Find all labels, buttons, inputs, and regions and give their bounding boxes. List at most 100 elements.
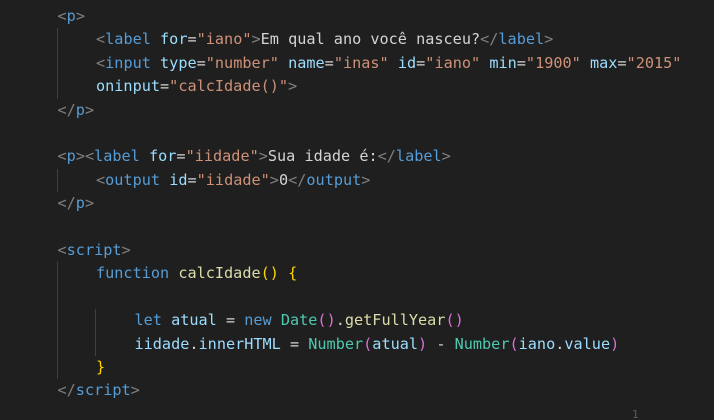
code-token: input <box>105 53 151 72</box>
code-token: </ <box>377 147 396 166</box>
code-token: p <box>75 100 85 119</box>
code-token: let <box>134 311 162 330</box>
code-token: Sua idade é: <box>267 147 378 166</box>
code-token: label <box>395 147 442 166</box>
code-line: <p> <box>58 5 714 28</box>
code-token: > <box>441 147 451 166</box>
code-token: </ <box>57 100 76 119</box>
code-token: "iidade" <box>185 147 259 166</box>
code-token: >< <box>75 147 95 166</box>
code-token: output <box>105 170 161 189</box>
code-token: < <box>96 30 106 49</box>
indent-guide <box>57 28 58 99</box>
code-token: label <box>94 147 140 166</box>
code-token: } <box>96 358 106 376</box>
code-token: id <box>397 53 417 72</box>
code-token: "inas" <box>333 53 389 72</box>
code-token: . <box>189 334 199 353</box>
code-token: atual <box>372 334 419 353</box>
code-token: = <box>416 53 426 72</box>
code-token: value <box>564 334 611 353</box>
code-token: min <box>489 53 517 72</box>
code-token: = <box>196 53 206 72</box>
code-token: "iano" <box>425 53 481 72</box>
indent-guide <box>57 262 58 380</box>
code-token: </ <box>288 170 307 189</box>
code-token: = <box>280 334 309 353</box>
code-token: "calcIdade()" <box>169 77 289 96</box>
code-token: > <box>544 30 554 49</box>
code-token: ) <box>610 334 620 353</box>
code-token: function <box>96 264 170 283</box>
code-token: name <box>288 53 325 72</box>
code-token: for <box>148 147 177 166</box>
code-token: Date <box>280 311 318 330</box>
code-token: max <box>589 53 618 72</box>
code-token: </ <box>57 381 76 400</box>
code-line: </p> <box>58 192 714 215</box>
code-line: <p><label for="iidade">Sua idade é:</lab… <box>58 145 714 168</box>
code-token: () <box>260 264 279 283</box>
code-token: atual <box>171 311 217 330</box>
code-token: < <box>96 53 106 72</box>
code-line: iidade.innerHTML = Number(atual) - Numbe… <box>135 333 714 356</box>
code-token: ( <box>509 334 519 353</box>
code-token: > <box>269 170 279 189</box>
code-token: script <box>75 381 131 400</box>
code-token: Number <box>454 334 510 353</box>
code-token: = <box>176 147 186 166</box>
code-token: - <box>427 334 455 353</box>
code-line: let atual = new Date().getFullYear() <box>135 309 714 332</box>
code-token: new <box>244 311 272 330</box>
code-token: oninput <box>96 77 161 96</box>
code-line: <output id="iidade">0</output> <box>96 169 714 192</box>
code-line: </p> <box>58 99 714 122</box>
code-token: > <box>251 30 261 49</box>
indent-guide <box>95 309 96 356</box>
code-token: Em qual ano você nasceu? <box>260 30 481 49</box>
code-line: oninput="calcIdade()"> <box>96 75 714 98</box>
code-token: calcIdade <box>178 264 261 283</box>
code-token: . <box>555 334 565 353</box>
code-token: "2015" <box>626 53 682 72</box>
code-line: } <box>96 356 714 379</box>
code-token: > <box>84 194 95 213</box>
code-token: > <box>258 147 268 166</box>
code-token: . <box>335 311 345 330</box>
code-token: < <box>57 241 67 259</box>
code-line: <script> <box>58 239 714 262</box>
code-token: = <box>187 170 197 189</box>
code-token: label <box>105 30 151 49</box>
code-line: function calcIdade() { <box>96 262 714 285</box>
code-token: p <box>66 7 76 25</box>
code-token: for <box>160 30 188 49</box>
code-token: 0 <box>278 170 289 189</box>
code-token: p <box>75 194 85 213</box>
code-token: = <box>516 53 526 72</box>
code-token: > <box>361 170 371 189</box>
code-token: iano <box>518 334 556 353</box>
code-editor[interactable]: 1 <p> <label for="iano">Em qual ano você … <box>0 0 714 420</box>
code-token: > <box>130 381 140 400</box>
code-token: () <box>317 311 336 330</box>
code-token: script <box>66 241 122 259</box>
code-token: = <box>324 53 334 72</box>
ghost-text: 1 <box>632 408 639 420</box>
code-token: label <box>498 30 545 49</box>
code-token: = <box>160 77 170 96</box>
code-token: innerHTML <box>198 334 281 353</box>
code-token: "number" <box>205 53 279 72</box>
code-token: > <box>121 241 131 259</box>
code-token: "1900" <box>525 53 581 72</box>
code-token: ) <box>418 334 428 353</box>
code-token: getFullYear <box>344 311 446 330</box>
code-token: "iidade" <box>196 170 270 189</box>
code-line: <input type="number" name="inas" id="ian… <box>96 52 714 75</box>
